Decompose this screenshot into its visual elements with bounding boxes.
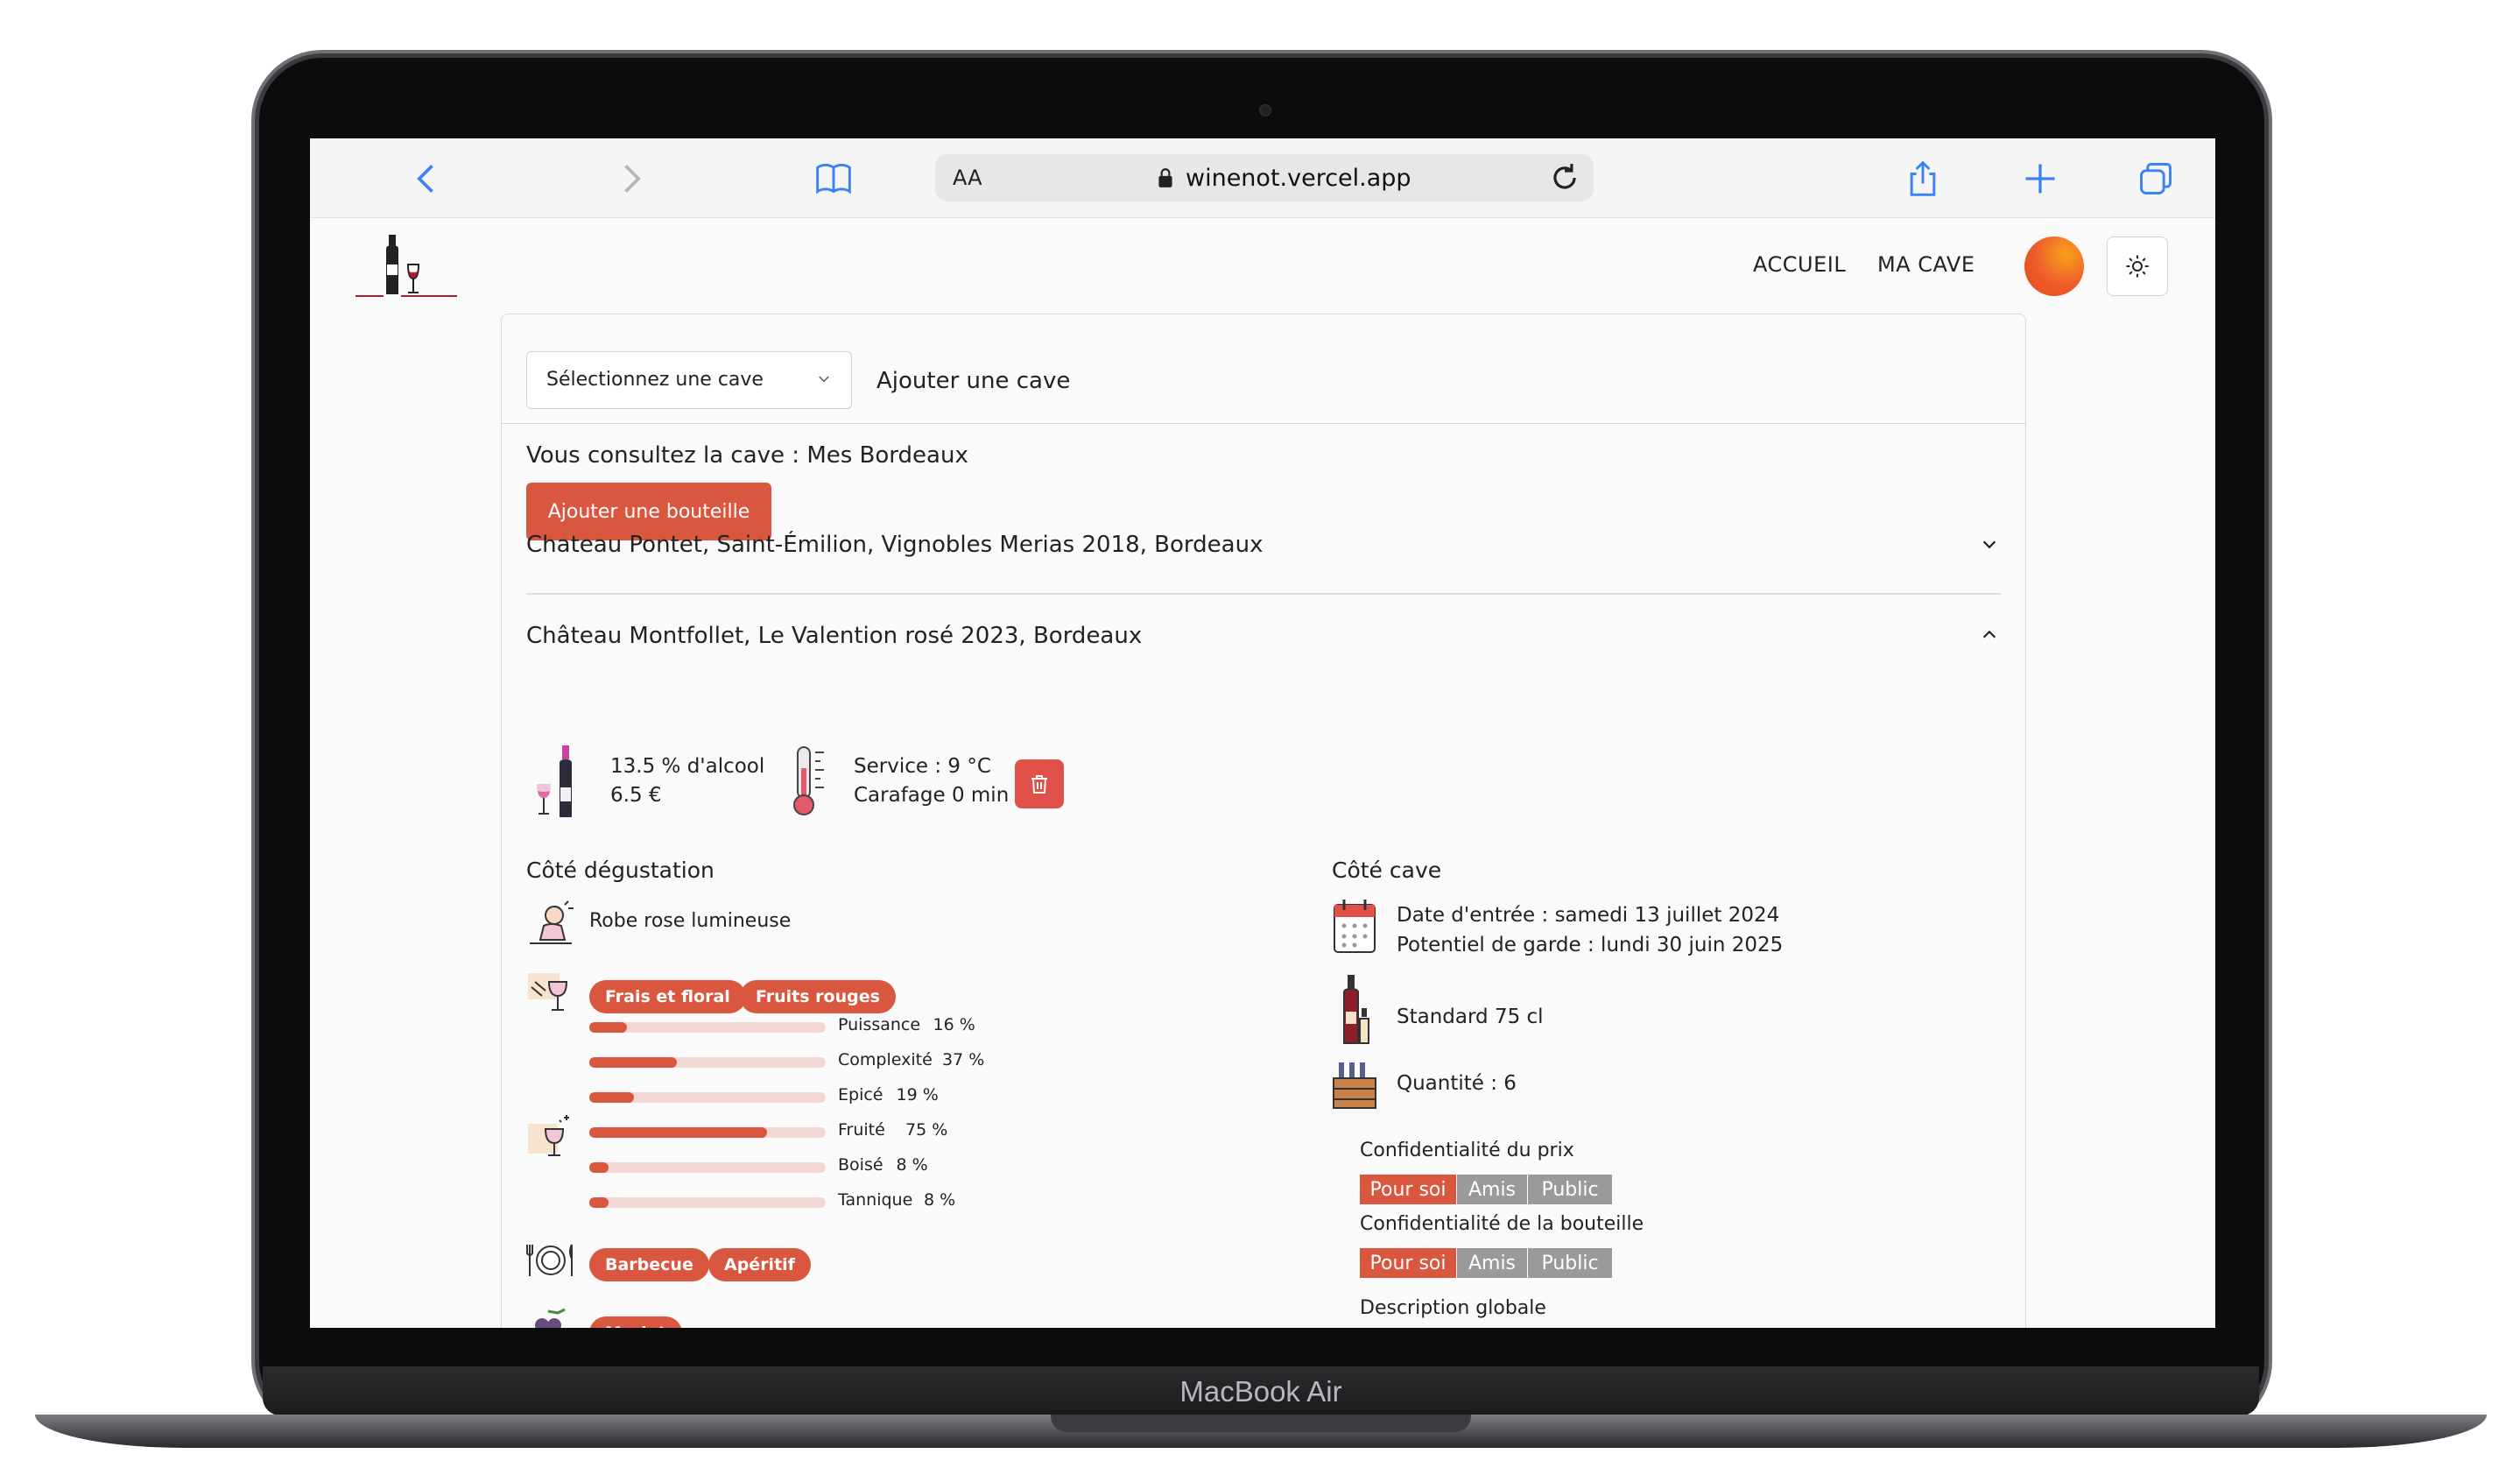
share-icon[interactable] xyxy=(1904,159,1942,198)
device-brand: MacBook Air xyxy=(1179,1375,1342,1408)
pairing-pill: Apéritif xyxy=(708,1248,811,1281)
consulting-text: Vous consultez la cave : Mes Bordeaux xyxy=(526,442,968,469)
grape-pill: Merlot xyxy=(589,1316,682,1328)
profile-bar xyxy=(589,1197,826,1208)
chevron-up-icon[interactable] xyxy=(1980,625,1999,644)
profile-bar-label: Puissance xyxy=(838,1015,921,1034)
profile-bar xyxy=(589,1057,826,1068)
delete-button[interactable] xyxy=(1015,759,1064,808)
description-label: Description globale xyxy=(1360,1297,1546,1319)
back-icon[interactable] xyxy=(408,159,447,198)
profile-bar-fill xyxy=(589,1197,609,1208)
add-cave-link[interactable]: Ajouter une cave xyxy=(876,368,1070,394)
app-logo[interactable] xyxy=(355,229,457,307)
cave-toolbar: Sélectionnez une cave Ajouter une cave xyxy=(502,314,2025,424)
robe-icon xyxy=(530,900,574,944)
profile-bar-label: Complexité xyxy=(838,1050,933,1069)
profile-bar-label: Epicé xyxy=(838,1085,883,1104)
profile-bar-value: 16 % xyxy=(933,1015,975,1034)
profile-bar-fill xyxy=(589,1162,609,1173)
bottle-format-icon xyxy=(1343,975,1369,1044)
privacy-option-pour-soi[interactable]: Pour soi xyxy=(1360,1248,1457,1278)
profile-bar-label: Fruité xyxy=(838,1120,885,1140)
laptop-notch xyxy=(1051,1415,1471,1432)
wine-title[interactable]: Château Montfollet, Le Valention rosé 20… xyxy=(526,623,1142,649)
pairing-pill: Barbecue xyxy=(589,1248,709,1281)
avatar[interactable] xyxy=(2024,236,2084,296)
cave-card: Sélectionnez une cave Ajouter une cave V… xyxy=(501,314,2026,1328)
potentiel-text: Potentiel de garde : lundi 30 juin 2025 xyxy=(1397,934,1784,956)
privacy-option-public[interactable]: Public xyxy=(1528,1175,1612,1204)
profile-bar-fill xyxy=(589,1127,767,1138)
date-entree-text: Date d'entrée : samedi 13 juillet 2024 xyxy=(1397,904,1780,927)
cave-select[interactable]: Sélectionnez une cave xyxy=(526,351,852,409)
quantity-text: Quantité : 6 xyxy=(1397,1072,1517,1095)
profile-bar-fill xyxy=(589,1022,627,1033)
price-privacy-toggle: Pour soi Amis Public xyxy=(1360,1175,1612,1204)
profile-icon xyxy=(528,1115,569,1156)
profile-bar xyxy=(589,1162,826,1173)
calendar-icon xyxy=(1334,900,1376,953)
profile-bar-label: Boisé xyxy=(838,1155,883,1175)
trash-icon xyxy=(1031,775,1047,794)
privacy-option-pour-soi[interactable]: Pour soi xyxy=(1360,1175,1457,1204)
url-text[interactable]: winenot.vercel.app xyxy=(1186,165,1411,192)
address-bar[interactable]: AA winenot.vercel.app xyxy=(935,154,1594,201)
aroma-icon xyxy=(528,973,568,1011)
forward-icon[interactable] xyxy=(611,159,650,198)
format-text: Standard 75 cl xyxy=(1397,1006,1544,1028)
profile-bar-value: 19 % xyxy=(896,1085,939,1104)
reload-icon[interactable] xyxy=(1548,161,1581,194)
bookmarks-icon[interactable] xyxy=(814,159,853,198)
price-privacy-label: Confidentialité du prix xyxy=(1360,1140,1574,1161)
camera-icon xyxy=(1259,104,1271,116)
nav-ma-cave[interactable]: MA CAVE xyxy=(1877,252,1974,277)
crate-icon xyxy=(1333,1062,1376,1109)
price-text: 6.5 € xyxy=(610,784,662,807)
profile-bar xyxy=(589,1127,826,1138)
profile-bar-fill xyxy=(589,1057,677,1068)
wine-bottle-icon xyxy=(537,745,572,817)
alcohol-text: 13.5 % d'alcool xyxy=(610,755,765,778)
lock-icon xyxy=(1158,168,1172,187)
profile-bar-label: Tannique xyxy=(838,1190,913,1210)
text-size-button[interactable]: AA xyxy=(953,166,982,190)
tabs-icon[interactable] xyxy=(2136,159,2175,198)
profile-bar-fill xyxy=(589,1092,634,1103)
wine-title[interactable]: Chateau Pontet, Saint-Émilion, Vignobles… xyxy=(526,532,1263,558)
nav-accueil[interactable]: ACCUEIL xyxy=(1753,252,1846,277)
carafage-text: Carafage 0 min xyxy=(854,784,1010,807)
profile-bar-value: 75 % xyxy=(905,1120,948,1140)
robe-text: Robe rose lumineuse xyxy=(589,910,792,932)
profile-bar-value: 8 % xyxy=(896,1155,928,1175)
profile-bar xyxy=(589,1022,826,1033)
cellar-title: Côté cave xyxy=(1332,857,1442,883)
aroma-pill: Fruits rouges xyxy=(740,980,896,1013)
privacy-option-amis[interactable]: Amis xyxy=(1457,1248,1528,1278)
bottle-privacy-label: Confidentialité de la bouteille xyxy=(1360,1213,1644,1235)
privacy-option-amis[interactable]: Amis xyxy=(1457,1175,1528,1204)
theme-toggle-button[interactable] xyxy=(2107,236,2168,296)
screen: AA winenot.vercel.app ACCUEIL MA CAVE Sé… xyxy=(310,138,2215,1328)
thermometer-icon xyxy=(793,746,824,815)
profile-bar-value: 8 % xyxy=(924,1190,956,1210)
cave-select-value: Sélectionnez une cave xyxy=(546,369,764,391)
aroma-pill: Frais et floral xyxy=(589,980,746,1013)
chevron-down-icon xyxy=(819,376,829,383)
service-text: Service : 9 °C xyxy=(854,755,991,778)
tasting-title: Côté dégustation xyxy=(526,857,714,883)
browser-toolbar: AA winenot.vercel.app xyxy=(310,138,2215,218)
profile-bar xyxy=(589,1092,826,1103)
plate-icon xyxy=(526,1244,573,1276)
grape-icon xyxy=(535,1308,566,1328)
privacy-option-public[interactable]: Public xyxy=(1528,1248,1612,1278)
profile-bar-value: 37 % xyxy=(942,1050,985,1069)
bottle-privacy-toggle: Pour soi Amis Public xyxy=(1360,1248,1612,1278)
sun-icon xyxy=(2126,255,2149,278)
chevron-down-icon[interactable] xyxy=(1980,535,1999,554)
new-tab-icon[interactable] xyxy=(2021,159,2059,198)
divider xyxy=(526,593,2001,595)
